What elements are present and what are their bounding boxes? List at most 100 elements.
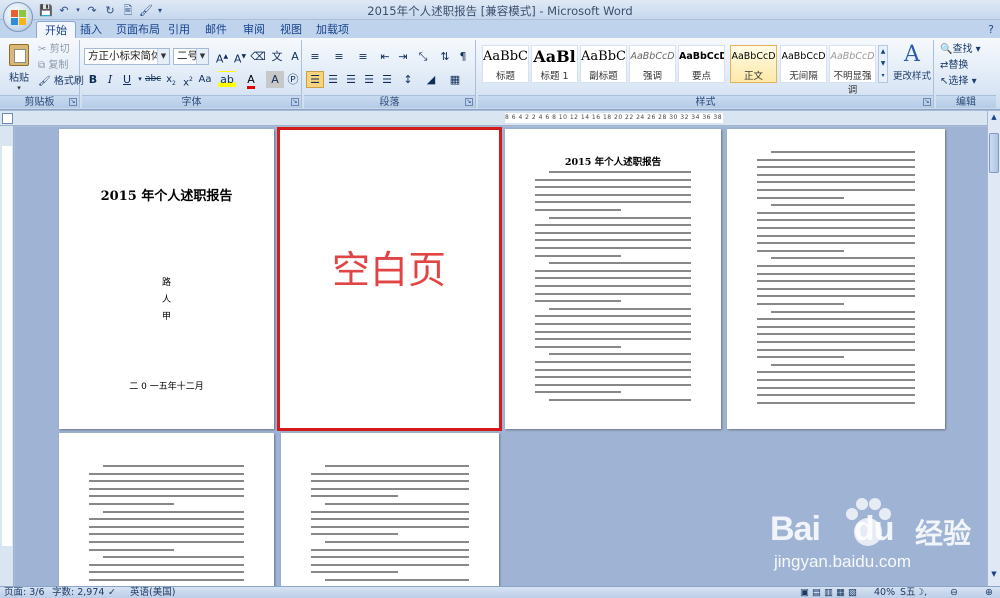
font-color-icon[interactable]: A xyxy=(242,71,260,89)
distributed-icon[interactable]: ☰ xyxy=(378,71,396,88)
bold-icon[interactable]: B xyxy=(84,71,102,88)
chinese-layout-icon[interactable]: ⤡ xyxy=(414,48,432,65)
tab-mailings[interactable]: 邮件 xyxy=(197,21,235,39)
find-button[interactable]: 🔍查找 ▾ xyxy=(940,42,981,58)
page-3[interactable]: 2015 年个人述职报告 xyxy=(505,129,721,429)
word-count[interactable]: 字数: 2,974 xyxy=(52,587,104,598)
zoom-in-icon[interactable]: ⊕ xyxy=(985,587,993,598)
text-line xyxy=(89,472,244,475)
text-line xyxy=(757,379,915,381)
italic-icon[interactable]: I xyxy=(101,71,119,88)
page-4[interactable] xyxy=(727,129,945,429)
format-painter-button[interactable]: 🖌 格式刷 xyxy=(38,74,84,90)
change-case-icon[interactable]: Aa xyxy=(196,71,214,88)
tab-review[interactable]: 审阅 xyxy=(235,21,273,39)
select-button[interactable]: ↖选择 ▾ xyxy=(940,74,977,90)
style-strong[interactable]: AaBbCcD 要点 xyxy=(678,45,725,83)
justify-icon[interactable]: ☰ xyxy=(360,71,378,88)
increase-indent-icon[interactable]: ⇥ xyxy=(394,48,412,65)
clipboard-launcher-icon[interactable]: ↘ xyxy=(69,98,77,106)
style-title[interactable]: AaBbC 标题 xyxy=(482,45,529,83)
paragraph-launcher-icon[interactable]: ↘ xyxy=(465,98,473,106)
decrease-indent-icon[interactable]: ⇤ xyxy=(376,48,394,65)
tab-page-layout[interactable]: 页面布局 xyxy=(108,21,168,39)
subscript-icon[interactable]: x2 xyxy=(162,71,180,88)
tab-home[interactable]: 开始 xyxy=(36,21,76,39)
phonetic-guide-icon[interactable]: 文 xyxy=(268,48,286,65)
language-indicator[interactable]: 英语(美国) xyxy=(130,587,175,598)
proofing-icon[interactable]: ✓ xyxy=(108,587,116,598)
text-line xyxy=(535,178,691,181)
styles-scroll[interactable]: ▲ ▼ ▾ xyxy=(878,45,888,83)
show-marks-icon[interactable]: ¶ xyxy=(454,48,472,65)
borders-icon[interactable]: ▦ xyxy=(446,71,464,88)
style-subtitle[interactable]: AaBbC 副标题 xyxy=(580,45,627,83)
style-normal[interactable]: AaBbCcD 正文 xyxy=(730,45,777,83)
replace-button[interactable]: ⇄替换 xyxy=(940,58,968,74)
replace-label: 替换 xyxy=(948,60,969,71)
help-icon[interactable]: ? xyxy=(988,23,994,36)
char-border-icon[interactable]: A xyxy=(286,48,304,65)
line-spacing-icon[interactable]: ↕ xyxy=(399,71,417,88)
style-name: 要点 xyxy=(691,71,711,82)
tab-selector-icon[interactable] xyxy=(2,113,13,124)
tab-addins[interactable]: 加载项 xyxy=(308,21,357,39)
tab-view[interactable]: 视图 xyxy=(272,21,310,39)
align-center-icon[interactable]: ☰ xyxy=(324,71,342,88)
font-group-label: 字体 xyxy=(82,95,301,108)
shrink-font-icon[interactable]: A▼ xyxy=(231,48,249,66)
text-line xyxy=(311,518,469,521)
style-no-spacing[interactable]: AaBbCcD 无间隔 xyxy=(780,45,827,83)
numbering-icon[interactable]: ≡ xyxy=(330,48,348,65)
align-right-icon[interactable]: ☰ xyxy=(342,71,360,88)
horizontal-ruler[interactable]: 8 6 4 2 2 4 6 8 10 12 14 16 18 20 22 24 … xyxy=(0,111,1000,126)
style-emphasis[interactable]: AaBbCcD 强调 xyxy=(629,45,676,83)
page-6[interactable] xyxy=(281,433,499,586)
font-size-combo[interactable]: 二号 ▼ xyxy=(173,48,209,65)
text-line xyxy=(535,361,691,363)
style-heading-1[interactable]: AaBl 标题 1 xyxy=(531,45,578,83)
grow-font-icon[interactable]: A▲ xyxy=(213,48,231,66)
text-line xyxy=(535,285,691,287)
tab-insert[interactable]: 插入 xyxy=(72,21,110,39)
zoom-level[interactable]: 40% xyxy=(874,587,895,598)
view-buttons-icon[interactable]: ▣ ▤ ▥ ▦ ▧ xyxy=(800,587,857,598)
scroll-down-icon[interactable]: ▼ xyxy=(989,570,999,584)
sort-icon[interactable]: ⇅ xyxy=(436,48,454,65)
strikethrough-icon[interactable]: abc xyxy=(144,71,162,88)
style-subtle-emphasis[interactable]: AaBbCcD 不明显强调 xyxy=(829,45,876,96)
vertical-ruler[interactable] xyxy=(0,126,14,586)
underline-dropdown-icon[interactable]: ▾ xyxy=(136,71,144,88)
clear-format-icon[interactable]: ⌫ xyxy=(249,48,267,65)
ime-indicator-icon[interactable]: S五☽, xyxy=(900,587,927,598)
paste-button[interactable]: 粘贴 ▾ xyxy=(4,42,34,92)
ribbon-tabs: 开始 插入 页面布局 引用 邮件 审阅 视图 加载项 ? xyxy=(0,20,1000,39)
cut-button[interactable]: ✂ 剪切 xyxy=(38,42,70,58)
change-styles-button[interactable]: A 更改样式 xyxy=(891,42,933,90)
page-5[interactable] xyxy=(59,433,274,586)
multilevel-list-icon[interactable]: ≡ xyxy=(354,48,372,65)
tab-references[interactable]: 引用 xyxy=(160,21,198,39)
cover-title: 2015 年个人述职报告 xyxy=(100,189,233,204)
font-name-combo[interactable]: 方正小标宋简体 ▼ xyxy=(84,48,170,65)
underline-icon[interactable]: U xyxy=(118,71,136,88)
char-shading-icon[interactable]: A xyxy=(266,71,284,88)
superscript-icon[interactable]: x2 xyxy=(179,71,197,88)
zoom-out-icon[interactable]: ⊖ xyxy=(950,587,958,598)
styles-launcher-icon[interactable]: ↘ xyxy=(923,98,931,106)
font-launcher-icon[interactable]: ↘ xyxy=(291,98,299,106)
shading-icon[interactable]: ◢ xyxy=(422,71,440,88)
align-left-icon[interactable]: ☰ xyxy=(306,71,324,88)
office-button[interactable] xyxy=(3,2,33,32)
bullets-icon[interactable]: ≡ xyxy=(306,48,324,65)
text-line xyxy=(549,353,691,356)
scroll-thumb[interactable] xyxy=(989,133,999,173)
page-counter[interactable]: 页面: 3/6 xyxy=(4,587,45,598)
scroll-up-icon[interactable]: ▲ xyxy=(989,113,999,127)
enclose-char-icon[interactable]: Ⓟ xyxy=(284,71,302,88)
page-cover[interactable]: 2015 年个人述职报告 路 人 甲 二 0 一五年十二月 xyxy=(59,129,274,429)
copy-button[interactable]: ⧉ 复制 xyxy=(38,58,68,74)
author-char: 路 xyxy=(161,278,171,288)
highlight-icon[interactable]: ab xyxy=(218,71,236,88)
text-line xyxy=(535,376,691,379)
